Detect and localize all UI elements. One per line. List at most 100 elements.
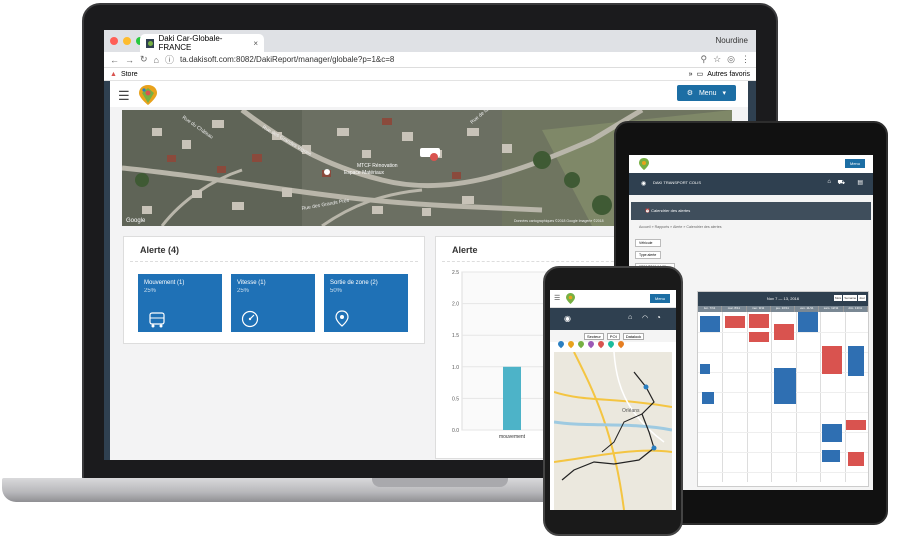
other-bookmarks[interactable]: Autres favoris <box>707 71 750 78</box>
alert-card-percent: 25% <box>144 288 157 294</box>
alert-card-label: Vitesse (1) <box>237 280 266 286</box>
calendar-event[interactable] <box>725 316 745 328</box>
hamburger-menu-icon[interactable]: ☰ <box>118 88 130 104</box>
location-pin-icon <box>335 310 349 327</box>
wifi-icon[interactable]: ◠ <box>642 314 648 322</box>
forward-icon[interactable]: → <box>125 55 134 65</box>
poi-pin-icon[interactable] <box>566 339 576 349</box>
alarm-icon: ⏰ <box>645 208 650 213</box>
secteur-toggle[interactable]: Secteur <box>584 332 604 340</box>
chart-y-tick-label: 2.0 <box>452 302 459 308</box>
address-field[interactable]: ta.dakisoft.com:8082/DakiReport/manager/… <box>180 55 694 64</box>
browser-url-bar: ← → ↻ ⌂ ⓘ ta.dakisoft.com:8082/DakiRepor… <box>104 52 756 68</box>
user-circle-icon[interactable]: ◉ <box>641 180 646 187</box>
chevron-down-icon: ▾ <box>722 90 726 97</box>
calendar-event[interactable] <box>774 324 794 340</box>
calendar-event[interactable] <box>702 392 714 404</box>
home-icon[interactable]: ⌂ <box>827 179 831 185</box>
poi-pin-icon[interactable] <box>616 339 626 349</box>
map-google-logo: Google <box>126 218 146 224</box>
tablet-section-bar: ⏰ Calendrier des alertes <box>631 202 871 220</box>
car-icon[interactable]: ⛟ <box>837 179 845 187</box>
tablet-menu-button[interactable]: Menu <box>844 159 865 168</box>
view-week-button[interactable]: Semaine <box>843 295 858 301</box>
poi-pin-icon[interactable] <box>606 339 616 349</box>
user-circle-icon[interactable]: ◉ <box>564 314 571 323</box>
tab-title: Daki Car-Globale-FRANCE <box>158 34 223 52</box>
calendar-event[interactable] <box>798 312 818 332</box>
calendar-title: Nov 7 — 13, 2016 <box>766 296 800 301</box>
alert-card-label: Sortie de zone (2) <box>330 280 378 286</box>
browser-tab[interactable]: Daki Car-Globale-FRANCE × <box>140 34 264 52</box>
map-attribution: Données cartographiques ©2018 Google Ima… <box>514 219 604 223</box>
pie-chart-icon[interactable]: ◔ <box>656 313 661 322</box>
breadcrumb: Accueil » Rapports » Alerte » Calendrier… <box>639 225 722 229</box>
alert-cards: Mouvement (1) 25% Vitesse (1) 25% Sortie… <box>124 262 424 344</box>
search-icon[interactable]: ⚲ <box>700 54 707 65</box>
alert-card-sortie-zone[interactable]: Sortie de zone (2) 50% <box>324 274 408 332</box>
calendar-event[interactable] <box>774 368 796 404</box>
calendar-event[interactable] <box>848 452 864 466</box>
bookmarks-overflow-icon[interactable]: » <box>689 71 693 78</box>
poi-pin-icon[interactable] <box>586 339 596 349</box>
poi-toggle[interactable]: POI <box>606 332 620 340</box>
poi-pin-icon[interactable] <box>556 339 566 349</box>
calendar-event[interactable] <box>848 346 864 376</box>
tab-close-icon[interactable]: × <box>253 39 258 48</box>
alert-card-mouvement[interactable]: Mouvement (1) 25% <box>138 274 222 332</box>
tablet-menu-label: Menu <box>849 161 860 166</box>
menu-button[interactable]: ⚙ Menu ▾ <box>676 85 736 101</box>
reload-icon[interactable]: ↻ <box>140 54 148 65</box>
poi-pin-icon[interactable] <box>596 339 606 349</box>
view-day-button[interactable]: Jour <box>858 295 866 301</box>
phone-screen: ☰ Menu ◉ ⌂ ◠ ◔ Secteur POI Datalock Orlé… <box>550 290 676 510</box>
calendar-event[interactable] <box>822 346 842 374</box>
poi-pin-icon[interactable] <box>576 339 586 349</box>
calendar-event[interactable] <box>846 420 866 430</box>
calendar-event[interactable] <box>822 424 842 442</box>
phone-menu-label: Menu <box>654 296 665 301</box>
folder-icon: ▭ <box>696 71 704 78</box>
home-icon[interactable]: ⌂ <box>628 314 632 321</box>
report-icon[interactable]: ▤ <box>857 179 863 186</box>
route-map[interactable]: Orléans <box>553 351 673 510</box>
extension-icon[interactable]: ◎ <box>727 54 735 65</box>
calendar-event[interactable] <box>822 450 840 462</box>
section-title: Calendrier des alertes <box>651 208 691 213</box>
chart-x-tick-label: mouvement <box>499 434 526 440</box>
bookmark-star-icon[interactable]: ☆ <box>713 54 721 65</box>
alert-card-label: Mouvement (1) <box>144 280 185 286</box>
close-window-button[interactable] <box>110 37 118 45</box>
site-info-icon[interactable]: ⓘ <box>165 53 174 66</box>
calendar-event[interactable] <box>749 332 769 342</box>
calendar-grid <box>698 312 868 482</box>
chart-y-tick-label: 2.5 <box>452 270 459 276</box>
back-icon[interactable]: ← <box>110 55 119 65</box>
calendar-event[interactable] <box>700 316 720 332</box>
tablet-top-bar: Menu <box>629 155 873 173</box>
hamburger-menu-icon[interactable]: ☰ <box>554 294 560 302</box>
more-options-icon[interactable]: ⋮ <box>741 54 750 65</box>
phone-menu-button[interactable]: Menu <box>649 294 670 303</box>
browser-tab-bar: Daki Car-Globale-FRANCE × Nourdine <box>104 30 756 52</box>
daki-logo-icon <box>639 158 649 170</box>
bookmarks-bar: ▲ Store » ▭ Autres favoris <box>104 68 756 81</box>
alert-card-vitesse[interactable]: Vitesse (1) 25% <box>231 274 315 332</box>
chart-bar[interactable] <box>503 366 521 430</box>
browser-profile-name[interactable]: Nourdine <box>716 36 748 45</box>
view-month-button[interactable]: Mois <box>833 295 843 301</box>
chart-y-tick-label: 1.5 <box>452 333 459 339</box>
minimize-window-button[interactable] <box>123 37 131 45</box>
home-icon[interactable]: ⌂ <box>154 55 159 65</box>
map-place-label: Espace Matériaux <box>344 170 385 176</box>
vehicle-select[interactable]: Véhicule <box>635 239 661 247</box>
chart-y-tick-label: 1.0 <box>452 365 459 371</box>
datalock-toggle[interactable]: Datalock <box>622 332 645 340</box>
calendar-event[interactable] <box>700 364 710 374</box>
alert-card-percent: 50% <box>330 288 343 294</box>
daki-favicon-icon <box>146 38 155 48</box>
calendar-event[interactable] <box>749 314 769 328</box>
alert-type-select[interactable]: Type alerte <box>635 251 661 259</box>
store-bookmark[interactable]: Store <box>121 71 138 78</box>
phone-nav-bar: ◉ ⌂ ◠ ◔ <box>550 308 676 330</box>
